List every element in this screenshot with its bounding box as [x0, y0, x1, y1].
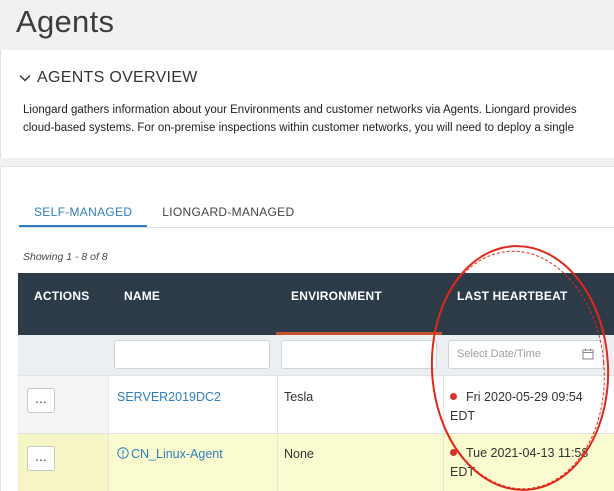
name-filter-input[interactable] [114, 340, 270, 369]
status-dot-icon [450, 449, 457, 456]
tab-liongard-managed[interactable]: LIONGARD-MANAGED [147, 205, 309, 227]
overview-toggle[interactable]: AGENTS OVERVIEW [19, 69, 198, 87]
row-actions-button[interactable]: ... [27, 446, 55, 471]
column-divider [277, 376, 278, 433]
heartbeat-datetime: Tue 2021-04-13 11:58 [466, 446, 589, 460]
column-divider [277, 434, 278, 491]
agents-card: SELF-MANAGED LIONGARD-MANAGED Showing 1 … [0, 166, 614, 491]
agent-tabs: SELF-MANAGED LIONGARD-MANAGED [19, 205, 309, 227]
chevron-down-icon [19, 75, 31, 82]
table-row[interactable]: ... SERVER2019DC2 Tesla Fri 2020-05-29 0… [18, 375, 614, 433]
calendar-icon[interactable] [582, 348, 594, 360]
column-header-actions: ACTIONS [34, 289, 90, 303]
heartbeat-timezone: EDT [450, 409, 475, 423]
tab-self-managed[interactable]: SELF-MANAGED [19, 205, 148, 227]
agent-name-link[interactable]: CN_Linux-Agent [117, 447, 223, 461]
tabs-divider [19, 227, 614, 228]
agents-table: ACTIONS NAME ENVIRONMENT LAST HEARTBEAT … [18, 273, 614, 491]
environment-filter-input[interactable] [281, 340, 437, 369]
agent-name-text: CN_Linux-Agent [131, 447, 223, 461]
info-icon [117, 447, 129, 459]
overview-heading: AGENTS OVERVIEW [37, 69, 198, 86]
table-row[interactable]: ... CN_Linux-Agent None Tue 2021-04-13 1… [18, 433, 614, 491]
agent-name-link[interactable]: SERVER2019DC2 [117, 390, 221, 404]
status-dot-icon [450, 393, 457, 400]
heartbeat-date-filter[interactable]: Select Date/Time [448, 340, 604, 369]
overview-description: Liongard gathers information about your … [23, 101, 614, 137]
table-header: ACTIONS NAME ENVIRONMENT LAST HEARTBEAT [18, 273, 614, 335]
column-divider [443, 376, 444, 433]
environment-value: Tesla [284, 390, 314, 404]
column-divider [108, 434, 109, 491]
column-divider [108, 376, 109, 433]
column-header-last-heartbeat[interactable]: LAST HEARTBEAT [457, 273, 568, 335]
column-header-name[interactable]: NAME [124, 273, 160, 335]
page-title: Agents [16, 4, 115, 39]
row-actions-button[interactable]: ... [27, 388, 55, 413]
column-header-environment[interactable]: ENVIRONMENT [276, 273, 442, 335]
showing-count: Showing 1 - 8 of 8 [23, 251, 108, 263]
agents-overview-panel: AGENTS OVERVIEW Liongard gathers informa… [0, 50, 614, 158]
column-divider [443, 434, 444, 491]
heartbeat-datetime: Fri 2020-05-29 09:54 [466, 390, 583, 404]
overview-line-2: cloud-based systems. For on-premise insp… [23, 122, 574, 134]
heartbeat-timezone: EDT [450, 465, 475, 479]
heartbeat-value: Fri 2020-05-29 09:54 EDT [450, 388, 610, 426]
filter-row: Select Date/Time [18, 335, 614, 375]
overview-line-1: Liongard gathers information about your … [23, 104, 577, 116]
environment-value: None [284, 447, 314, 461]
heartbeat-value: Tue 2021-04-13 11:58 EDT [450, 444, 610, 482]
